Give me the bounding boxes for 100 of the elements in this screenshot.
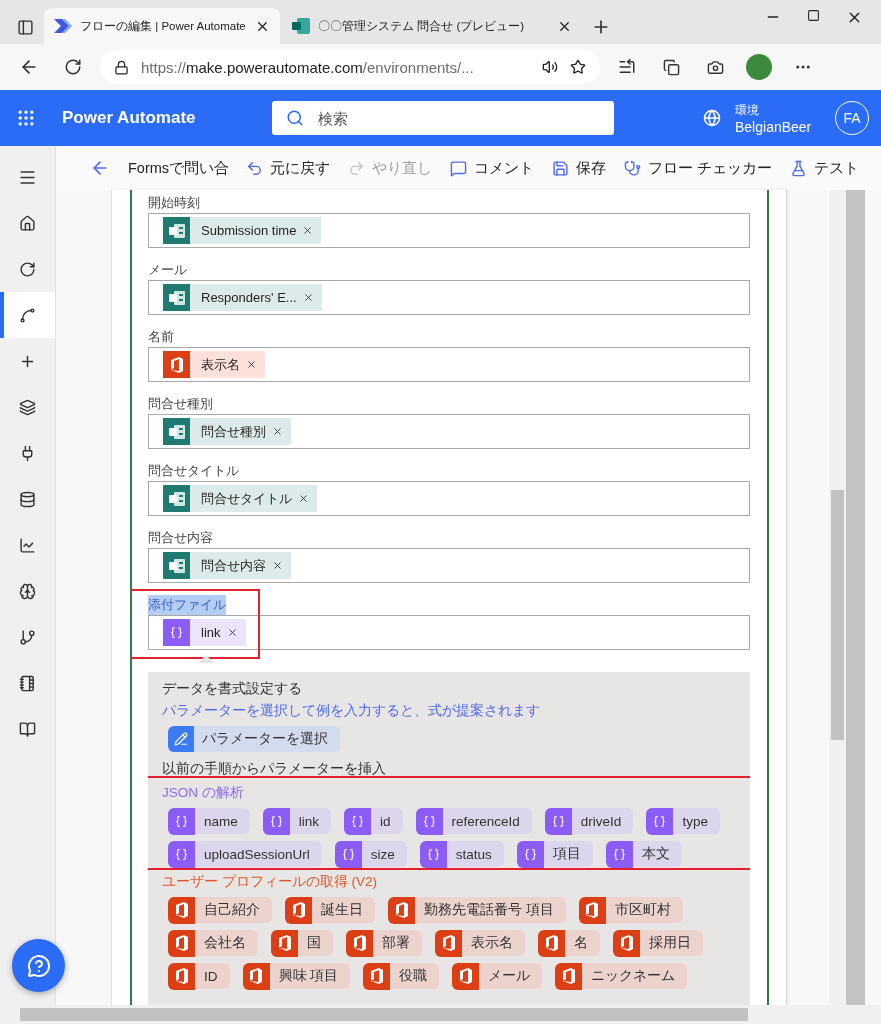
office-icon bbox=[249, 968, 263, 984]
parameter-chip[interactable]: 本文 bbox=[605, 841, 682, 867]
input-field[interactable]: 問合せ内容 bbox=[148, 548, 750, 583]
star-icon[interactable] bbox=[570, 59, 586, 75]
parameter-chip[interactable]: 自己紹介 bbox=[168, 897, 272, 923]
parameter-chip[interactable]: メール bbox=[452, 963, 543, 989]
token-chip[interactable]: 表示名 bbox=[163, 351, 265, 378]
stethoscope-icon bbox=[624, 159, 641, 177]
app-name: Power Automate bbox=[62, 108, 197, 128]
parameter-chip[interactable]: uploadSessionUrl bbox=[168, 841, 322, 867]
field-label: 問合せ種別 bbox=[148, 395, 213, 413]
input-field[interactable]: 問合せ種別 bbox=[148, 414, 750, 449]
office-icon bbox=[544, 935, 559, 951]
help-chat-icon bbox=[26, 953, 51, 978]
search-icon bbox=[286, 109, 304, 127]
office-icon bbox=[561, 968, 576, 984]
section-heading: 以前の手順からパラメーターを挿入 bbox=[162, 760, 387, 778]
office-icon bbox=[174, 968, 189, 984]
token-chip[interactable]: 問合せタイトル bbox=[163, 485, 317, 512]
chevron-logo-icon bbox=[54, 19, 72, 33]
environment-name[interactable]: BelgianBeer bbox=[735, 118, 821, 135]
braces-icon bbox=[351, 814, 365, 828]
parameter-chip[interactable]: driveId bbox=[544, 808, 634, 834]
read-aloud-icon[interactable] bbox=[542, 59, 558, 75]
parameter-chip[interactable]: id bbox=[344, 808, 403, 834]
panel-heading: データを書式設定する bbox=[162, 680, 303, 698]
redo-icon bbox=[348, 159, 365, 177]
forms-icon bbox=[168, 424, 185, 439]
app-launcher-icon[interactable] bbox=[16, 108, 36, 128]
toolbar-button[interactable]: コメント bbox=[450, 158, 534, 178]
office-icon bbox=[619, 935, 634, 951]
parameter-chip[interactable]: 役職 bbox=[363, 963, 440, 989]
token-chip[interactable]: 問合せ内容 bbox=[163, 552, 291, 579]
parameter-chip[interactable]: ID bbox=[168, 963, 230, 989]
forms-logo-icon bbox=[292, 18, 310, 34]
address-bar[interactable]: https://make.powerautomate.com/environments/... bbox=[100, 50, 600, 84]
input-field[interactable]: link bbox=[148, 615, 750, 650]
input-field[interactable]: Responders' E... bbox=[148, 280, 750, 315]
speech-bubble-icon bbox=[450, 159, 467, 177]
braces-icon bbox=[175, 847, 188, 861]
forms-icon bbox=[168, 223, 185, 238]
token-chip[interactable]: Responders' E... bbox=[163, 284, 322, 311]
input-field[interactable]: 問合せタイトル bbox=[148, 481, 750, 516]
tab-title: 〇〇管理システム 問合せ (プレビュー) bbox=[318, 18, 526, 34]
outer-scrollbar[interactable] bbox=[846, 190, 865, 1005]
token-chip[interactable]: Submission time bbox=[163, 217, 322, 244]
token-chip[interactable]: link bbox=[163, 619, 246, 646]
panel-pointer bbox=[198, 655, 214, 663]
braces-icon bbox=[653, 814, 667, 828]
office-icon bbox=[369, 968, 384, 984]
office-icon bbox=[441, 935, 456, 951]
braces-icon bbox=[551, 814, 565, 828]
maximize-icon[interactable] bbox=[807, 8, 820, 22]
parameter-chip[interactable]: type bbox=[646, 808, 720, 834]
forms-icon bbox=[168, 491, 185, 506]
toolbar-button[interactable]: 保存 bbox=[552, 158, 606, 178]
parameter-chip[interactable]: 勤務先電話番号 項目 bbox=[388, 897, 566, 923]
input-field[interactable]: 表示名 bbox=[148, 347, 750, 382]
office-icon bbox=[174, 935, 189, 951]
office-icon bbox=[585, 902, 600, 918]
parameter-chip[interactable]: 国 bbox=[271, 930, 333, 956]
lock-icon bbox=[114, 59, 129, 75]
parameter-chip[interactable]: 名 bbox=[538, 930, 600, 956]
group-title: ユーザー プロフィールの取得 (V2) bbox=[162, 873, 378, 891]
parameter-chip[interactable]: referenceId bbox=[415, 808, 532, 834]
parameter-chip[interactable]: link bbox=[262, 808, 332, 834]
select-parameter-button[interactable]: パラメーターを選択 bbox=[168, 726, 340, 752]
toolbar-button[interactable]: テスト bbox=[790, 158, 860, 178]
office-icon bbox=[458, 968, 473, 984]
parameter-chip[interactable]: 興味 項目 bbox=[242, 963, 351, 989]
parameter-chip[interactable]: 表示名 bbox=[435, 930, 525, 956]
parameter-chip[interactable]: ニックネーム bbox=[555, 963, 688, 989]
field-label: 問合せタイトル bbox=[148, 462, 239, 480]
parameter-chip[interactable]: 市区町村 bbox=[578, 897, 683, 923]
token-chip[interactable]: 問合せ種別 bbox=[163, 418, 291, 445]
braces-icon bbox=[170, 626, 183, 639]
parameter-chip[interactable]: name bbox=[168, 808, 250, 834]
parameter-chip[interactable]: 誕生日 bbox=[285, 897, 375, 923]
office-icon bbox=[352, 935, 367, 951]
flask-icon bbox=[790, 159, 808, 177]
parameter-chip[interactable]: 採用日 bbox=[613, 930, 703, 956]
braces-icon bbox=[426, 847, 440, 861]
connector-icon[interactable] bbox=[0, 292, 55, 338]
forms-icon bbox=[168, 290, 185, 305]
browser-tab[interactable]: フローの編集 | Power Automate bbox=[44, 8, 280, 44]
braces-icon bbox=[422, 814, 436, 828]
vertical-scrollbar[interactable] bbox=[829, 190, 846, 1005]
input-field[interactable]: Submission time bbox=[148, 213, 750, 248]
parameter-chip[interactable]: size bbox=[334, 841, 407, 867]
browser-tab[interactable]: 〇〇管理システム 問合せ (プレビュー) bbox=[282, 8, 582, 44]
save-icon bbox=[552, 159, 569, 177]
search-field[interactable]: 検索 bbox=[272, 101, 614, 135]
toolbar-button[interactable]: フロー チェッカー bbox=[624, 158, 773, 178]
parameter-chip[interactable]: 部署 bbox=[346, 930, 422, 956]
parameter-chip[interactable]: status bbox=[419, 841, 504, 867]
parameter-chip[interactable]: 会社名 bbox=[168, 930, 258, 956]
horizontal-scrollbar[interactable] bbox=[0, 1005, 881, 1024]
parameter-chip[interactable]: 項目 bbox=[516, 841, 593, 867]
globe-icon[interactable] bbox=[703, 109, 721, 127]
toolbar-button[interactable]: 元に戻す bbox=[246, 158, 330, 178]
